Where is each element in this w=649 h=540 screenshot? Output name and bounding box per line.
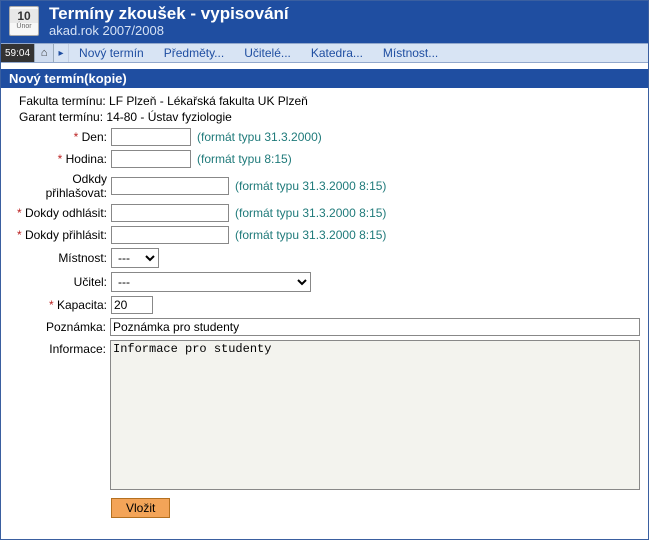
header-titles: Termíny zkoušek - vypisování akad.rok 20… bbox=[49, 5, 289, 38]
odkdy-label: Odkdy přihlašovat: bbox=[46, 172, 107, 200]
menubar: 59:04 ⌂ ▸ Nový termín Předměty... Učitel… bbox=[1, 43, 648, 63]
submit-row: Vložit bbox=[9, 498, 640, 518]
dokdy-odhlasit-label: Dokdy odhlásit: bbox=[25, 206, 107, 220]
required-marker: * bbox=[58, 152, 66, 166]
panel-title: Nový termín(kopie) bbox=[1, 69, 648, 88]
menu-katedra[interactable]: Katedra... bbox=[301, 44, 373, 62]
odkdy-hint: (formát typu 31.3.2000 8:15) bbox=[235, 179, 386, 193]
clock: 59:04 bbox=[1, 44, 34, 62]
required-marker: * bbox=[17, 228, 25, 242]
fakulta-label: Fakulta termínu: bbox=[19, 94, 106, 108]
garant-value: 14-80 - Ústav fyziologie bbox=[106, 110, 231, 124]
calendar-icon-month: Únor bbox=[16, 23, 31, 31]
app-window: 10 Únor Termíny zkoušek - vypisování aka… bbox=[0, 0, 649, 540]
dokdy-odhlasit-hint: (formát typu 31.3.2000 8:15) bbox=[235, 206, 386, 220]
den-input[interactable] bbox=[111, 128, 191, 146]
row-odkdy: Odkdy přihlašovat: (formát typu 31.3.200… bbox=[9, 172, 640, 200]
row-informace: Informace: bbox=[9, 340, 640, 490]
kapacita-input[interactable] bbox=[111, 296, 153, 314]
garant-line: Garant termínu: 14-80 - Ústav fyziologie bbox=[19, 110, 640, 124]
menu-predmety[interactable]: Předměty... bbox=[154, 44, 234, 62]
required-marker: * bbox=[49, 298, 57, 312]
row-dokdy-prihlasit: * Dokdy přihlásit: (formát typu 31.3.200… bbox=[9, 226, 640, 244]
menu-arrow-icon[interactable]: ▸ bbox=[54, 44, 69, 62]
calendar-icon: 10 Únor bbox=[9, 6, 39, 36]
fakulta-line: Fakulta termínu: LF Plzeň - Lékařská fak… bbox=[19, 94, 640, 108]
row-poznamka: Poznámka: bbox=[9, 318, 640, 336]
dokdy-odhlasit-input[interactable] bbox=[111, 204, 229, 222]
page-subtitle: akad.rok 2007/2008 bbox=[49, 23, 289, 38]
page-title: Termíny zkoušek - vypisování bbox=[49, 5, 289, 23]
calendar-icon-day: 10 bbox=[10, 9, 38, 23]
form-content: Fakulta termínu: LF Plzeň - Lékařská fak… bbox=[1, 88, 648, 526]
den-label: Den: bbox=[82, 130, 107, 144]
mistnost-select[interactable]: --- bbox=[111, 248, 159, 268]
dokdy-prihlasit-hint: (formát typu 31.3.2000 8:15) bbox=[235, 228, 386, 242]
ucitel-select[interactable]: --- bbox=[111, 272, 311, 292]
required-marker: * bbox=[74, 130, 82, 144]
hodina-hint: (formát typu 8:15) bbox=[197, 152, 292, 166]
kapacita-label: Kapacita: bbox=[57, 298, 107, 312]
ucitel-label: Učitel: bbox=[74, 275, 107, 289]
hodina-input[interactable] bbox=[111, 150, 191, 168]
required-marker: * bbox=[17, 206, 25, 220]
poznamka-label: Poznámka: bbox=[46, 320, 106, 334]
row-hodina: * Hodina: (formát typu 8:15) bbox=[9, 150, 640, 168]
submit-button[interactable]: Vložit bbox=[111, 498, 170, 518]
dokdy-prihlasit-label: Dokdy přihlásit: bbox=[25, 228, 107, 242]
home-icon[interactable]: ⌂ bbox=[34, 44, 54, 62]
den-hint: (formát typu 31.3.2000) bbox=[197, 130, 322, 144]
odkdy-input[interactable] bbox=[111, 177, 229, 195]
informace-textarea[interactable] bbox=[110, 340, 640, 490]
mistnost-label: Místnost: bbox=[58, 251, 107, 265]
row-kapacita: * Kapacita: bbox=[9, 296, 640, 314]
menu-novy-termin[interactable]: Nový termín bbox=[69, 44, 154, 62]
fakulta-value: LF Plzeň - Lékařská fakulta UK Plzeň bbox=[109, 94, 308, 108]
garant-label: Garant termínu: bbox=[19, 110, 103, 124]
row-dokdy-odhlasit: * Dokdy odhlásit: (formát typu 31.3.2000… bbox=[9, 204, 640, 222]
row-ucitel: Učitel: --- bbox=[9, 272, 640, 292]
hodina-label: Hodina: bbox=[66, 152, 107, 166]
menu-mistnost[interactable]: Místnost... bbox=[373, 44, 448, 62]
row-den: * Den: (formát typu 31.3.2000) bbox=[9, 128, 640, 146]
poznamka-input[interactable] bbox=[110, 318, 640, 336]
row-mistnost: Místnost: --- bbox=[9, 248, 640, 268]
header: 10 Únor Termíny zkoušek - vypisování aka… bbox=[1, 1, 648, 43]
dokdy-prihlasit-input[interactable] bbox=[111, 226, 229, 244]
menu-ucitele[interactable]: Učitelé... bbox=[234, 44, 301, 62]
informace-label: Informace: bbox=[49, 342, 106, 356]
